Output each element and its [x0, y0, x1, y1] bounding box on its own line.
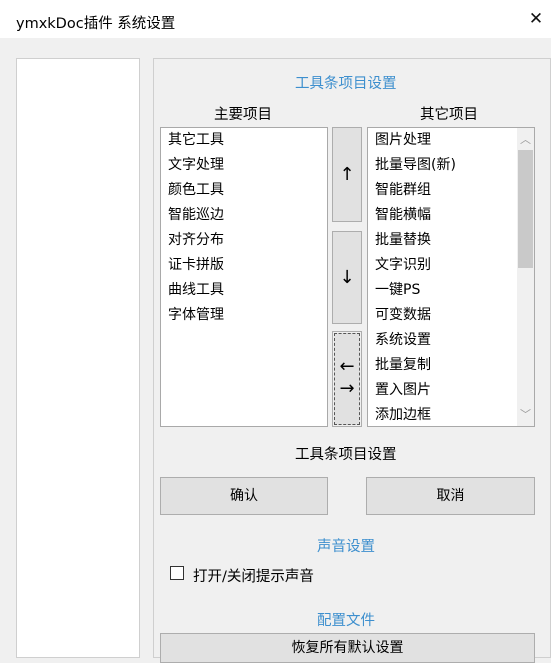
list-item[interactable]: 字体管理 — [161, 303, 327, 328]
list-item[interactable]: 智能群组 — [368, 178, 534, 203]
list-item[interactable]: 曲线工具 — [161, 278, 327, 303]
toolbar-settings-label: 工具条项目设置 — [295, 447, 397, 463]
list-item[interactable]: 其它工具 — [161, 128, 327, 153]
arrow-up-icon: ↑ — [339, 164, 355, 185]
main-items-list[interactable]: 其它工具 文字处理 颜色工具 智能巡边 对齐分布 证卡拼版 曲线工具 字体管理 — [160, 127, 328, 427]
list-item[interactable]: 一键PS — [368, 278, 534, 303]
settings-nav-panel[interactable] — [16, 58, 140, 658]
sound-settings-heading: 声音设置 — [317, 539, 375, 555]
scrollbar-thumb[interactable] — [518, 150, 533, 268]
sound-toggle-checkbox[interactable] — [170, 566, 184, 580]
move-down-button[interactable]: ↓ — [332, 231, 362, 324]
scroll-down-icon[interactable]: ﹀ — [517, 406, 534, 423]
list-item[interactable]: 颜色工具 — [161, 178, 327, 203]
close-icon[interactable]: ✕ — [527, 10, 545, 28]
window-title: ymxkDoc插件 系统设置 — [16, 16, 176, 32]
list-item[interactable]: 文字识别 — [368, 253, 534, 278]
list-item[interactable]: 批量复制 — [368, 353, 534, 378]
cancel-button[interactable]: 取消 — [366, 477, 535, 515]
arrow-left-icon: ← — [339, 356, 355, 377]
other-items-list[interactable]: 图片处理 批量导图(新) 智能群组 智能横幅 批量替换 文字识别 一键PS 可变数据 系统设置批… — [367, 127, 535, 427]
arrow-right-icon: → — [339, 378, 355, 399]
list-item[interactable]: 文字处理 — [161, 153, 327, 178]
sound-toggle-label: 打开/关闭提示声音 — [193, 569, 314, 585]
list-item[interactable]: 置入图片 — [368, 378, 534, 403]
config-file-heading: 配置文件 — [317, 613, 375, 629]
main-items-header: 主要项目 — [214, 107, 272, 123]
restore-defaults-button[interactable]: 恢复所有默认设置 — [160, 633, 535, 663]
list-item[interactable]: 图片处理 — [368, 128, 534, 153]
list-item[interactable]: 智能巡边 — [161, 203, 327, 228]
list-item[interactable]: 批量替换 — [368, 228, 534, 253]
move-up-button[interactable]: ↑ — [332, 127, 362, 222]
arrow-down-icon: ↓ — [339, 267, 355, 288]
title-bar: ymxkDoc插件 系统设置 ✕ — [0, 0, 551, 38]
other-items-header: 其它项目 — [420, 107, 478, 123]
list-item[interactable]: 批量导图(新) — [368, 153, 534, 178]
list-item[interactable]: 证卡拼版 — [161, 253, 327, 278]
other-items-scrollbar[interactable]: ︿ ﹀ — [517, 128, 534, 426]
list-item[interactable]: 对齐分布 — [161, 228, 327, 253]
list-item[interactable]: 系统设置 — [368, 328, 534, 353]
list-item[interactable]: 智能横幅 — [368, 203, 534, 228]
confirm-button[interactable]: 确认 — [160, 477, 328, 515]
toolbar-settings-heading: 工具条项目设置 — [295, 76, 397, 92]
list-item[interactable]: 添加边框 — [368, 403, 534, 426]
list-item[interactable]: 可变数据 — [368, 303, 534, 328]
transfer-button[interactable]: ← → — [332, 331, 362, 427]
scroll-up-icon[interactable]: ︿ — [517, 131, 534, 148]
